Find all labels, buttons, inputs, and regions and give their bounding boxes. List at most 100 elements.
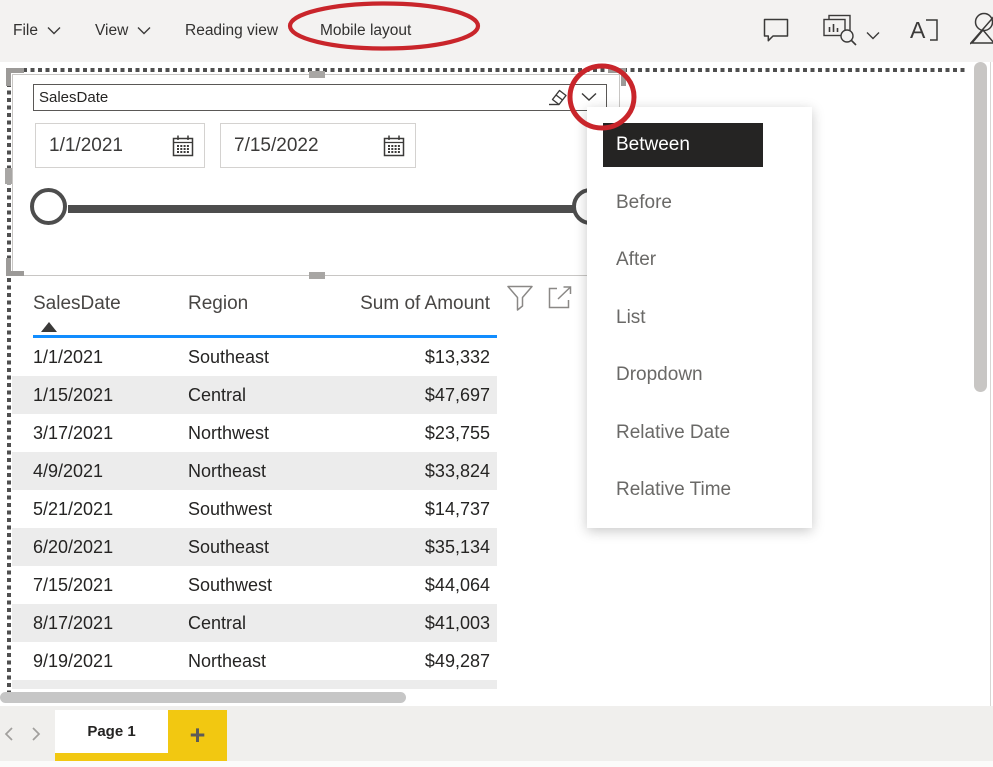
cell-region: Southwest bbox=[188, 499, 273, 519]
slicer-title: SalesDate bbox=[39, 89, 109, 106]
pagebar-footer bbox=[0, 761, 993, 767]
table-row[interactable]: 6/20/2021 Southeast $35,134 bbox=[12, 528, 497, 566]
sort-ascending-icon bbox=[41, 322, 57, 332]
menu-item-list[interactable]: List bbox=[587, 289, 812, 347]
cell-amount: $47,697 bbox=[424, 385, 490, 405]
column-header-sum-of-amount[interactable]: Sum of Amount bbox=[300, 293, 490, 315]
cell-date: 8/17/2021 bbox=[33, 613, 114, 633]
canvas-selection-border-top bbox=[8, 68, 966, 72]
column-header-region[interactable]: Region bbox=[188, 293, 248, 315]
column-header-salesdate[interactable]: SalesDate bbox=[33, 293, 121, 315]
plus-icon: + bbox=[189, 720, 206, 750]
cell-region: Central bbox=[188, 385, 247, 405]
cell-date: 1/1/2021 bbox=[33, 347, 104, 367]
cell-region: Northwest bbox=[188, 423, 270, 443]
cell-date: 3/17/2021 bbox=[33, 423, 114, 443]
menu-reading-view[interactable]: Reading view bbox=[185, 0, 278, 62]
text-box-icon: A bbox=[910, 17, 940, 48]
table-body: 1/1/2021 Southeast $13,332 1/15/2021 Cen… bbox=[12, 338, 497, 680]
cell-region: Central bbox=[188, 613, 247, 633]
shapes-button[interactable] bbox=[969, 11, 993, 50]
table-row[interactable]: 1/15/2021 Central $47,697 bbox=[12, 376, 497, 414]
cell-amount: $14,737 bbox=[424, 499, 490, 519]
chevron-left-icon bbox=[3, 726, 16, 747]
shapes-icon bbox=[969, 12, 993, 49]
cell-date: 4/9/2021 bbox=[33, 461, 104, 481]
resize-handle-left[interactable] bbox=[5, 168, 12, 184]
cell-date: 6/20/2021 bbox=[33, 537, 114, 557]
menu-view-label: View bbox=[95, 22, 129, 39]
clear-selections-button[interactable] bbox=[539, 85, 575, 111]
top-menu-bar: File View Reading view Mobile layout A bbox=[0, 0, 993, 62]
cell-amount: $41,003 bbox=[424, 613, 490, 633]
menu-file-label: File bbox=[13, 22, 38, 39]
cell-date: 5/21/2021 bbox=[33, 499, 114, 519]
menu-item-dropdown[interactable]: Dropdown bbox=[587, 347, 812, 405]
filter-button[interactable] bbox=[506, 284, 534, 317]
resize-corner-bottom-left[interactable] bbox=[6, 258, 24, 276]
chevron-down-icon bbox=[137, 22, 151, 40]
svg-text:A: A bbox=[910, 17, 926, 43]
cell-amount: $35,134 bbox=[424, 537, 490, 557]
chevron-down-icon bbox=[47, 22, 61, 40]
menu-file[interactable]: File bbox=[13, 0, 61, 62]
menu-item-relative-time[interactable]: Relative Time bbox=[587, 462, 812, 520]
cell-amount: $49,287 bbox=[424, 651, 490, 671]
table-row[interactable]: 4/9/2021 Northeast $33,824 bbox=[12, 452, 497, 490]
cell-date: 9/19/2021 bbox=[33, 651, 114, 671]
resize-handle-bottom[interactable] bbox=[309, 272, 325, 279]
cell-region: Southeast bbox=[188, 347, 270, 367]
cell-region: Northeast bbox=[188, 461, 267, 481]
canvas-selection-border-left bbox=[7, 68, 11, 692]
tab-page-1[interactable]: Page 1 bbox=[55, 710, 168, 761]
menu-view[interactable]: View bbox=[95, 0, 151, 62]
slicer-type-menu: Between Before After List Dropdown Relat… bbox=[587, 107, 812, 528]
comment-icon bbox=[762, 18, 790, 47]
menu-item-after[interactable]: After bbox=[587, 232, 812, 290]
cell-amount: $44,064 bbox=[424, 575, 490, 595]
vertical-scrollbar[interactable] bbox=[974, 62, 987, 392]
view-visuals-dropdown[interactable] bbox=[866, 27, 880, 45]
cell-region: Northeast bbox=[188, 651, 267, 671]
cell-region: Southwest bbox=[188, 575, 273, 595]
horizontal-scrollbar[interactable] bbox=[0, 692, 406, 703]
resize-corner-top-right[interactable] bbox=[608, 68, 626, 86]
next-page-button[interactable] bbox=[29, 726, 42, 747]
canvas-right-edge bbox=[990, 62, 991, 767]
chevron-down-icon bbox=[866, 27, 880, 44]
view-visuals-icon bbox=[820, 14, 860, 52]
chevron-right-icon bbox=[29, 726, 42, 747]
menu-mobile-layout-label: Mobile layout bbox=[320, 22, 412, 39]
table-row[interactable]: 8/17/2021 Central $41,003 bbox=[12, 604, 497, 642]
cell-amount: $23,755 bbox=[424, 423, 490, 443]
table-row[interactable]: 7/15/2021 Southwest $44,064 bbox=[12, 566, 497, 604]
resize-corner-top-left[interactable] bbox=[6, 68, 24, 86]
view-visuals-button[interactable] bbox=[820, 14, 860, 53]
chevron-down-icon bbox=[581, 89, 597, 107]
table-row[interactable]: 5/21/2021 Southwest $14,737 bbox=[12, 490, 497, 528]
cell-date: 1/15/2021 bbox=[33, 385, 114, 405]
cell-amount: $33,824 bbox=[424, 461, 490, 481]
comment-button[interactable] bbox=[762, 17, 790, 48]
menu-item-before[interactable]: Before bbox=[587, 174, 812, 232]
slicer-header: SalesDate bbox=[33, 84, 607, 111]
expand-icon bbox=[547, 286, 573, 315]
table-row[interactable]: 1/1/2021 Southeast $13,332 bbox=[12, 338, 497, 376]
cell-region: Southeast bbox=[188, 537, 270, 557]
table-row-clipped bbox=[12, 680, 497, 689]
cell-amount: $13,332 bbox=[424, 347, 490, 367]
resize-handle-top[interactable] bbox=[309, 71, 325, 78]
previous-page-button[interactable] bbox=[3, 726, 16, 747]
menu-item-between[interactable]: Between bbox=[603, 123, 763, 167]
focus-mode-button[interactable] bbox=[547, 286, 573, 315]
menu-item-relative-date[interactable]: Relative Date bbox=[587, 404, 812, 462]
slicer-mode-dropdown-button[interactable] bbox=[575, 89, 606, 107]
text-box-button[interactable]: A bbox=[910, 16, 940, 49]
table-row[interactable]: 3/17/2021 Northwest $23,755 bbox=[12, 414, 497, 452]
page-tab-bar: Page 1 + bbox=[0, 706, 993, 767]
menu-mobile-layout[interactable]: Mobile layout bbox=[320, 0, 411, 62]
page-tab-label: Page 1 bbox=[87, 723, 136, 740]
table-row[interactable]: 9/19/2021 Northeast $49,287 bbox=[12, 642, 497, 680]
cell-date: 7/15/2021 bbox=[33, 575, 114, 595]
add-page-button[interactable]: + bbox=[168, 710, 227, 761]
